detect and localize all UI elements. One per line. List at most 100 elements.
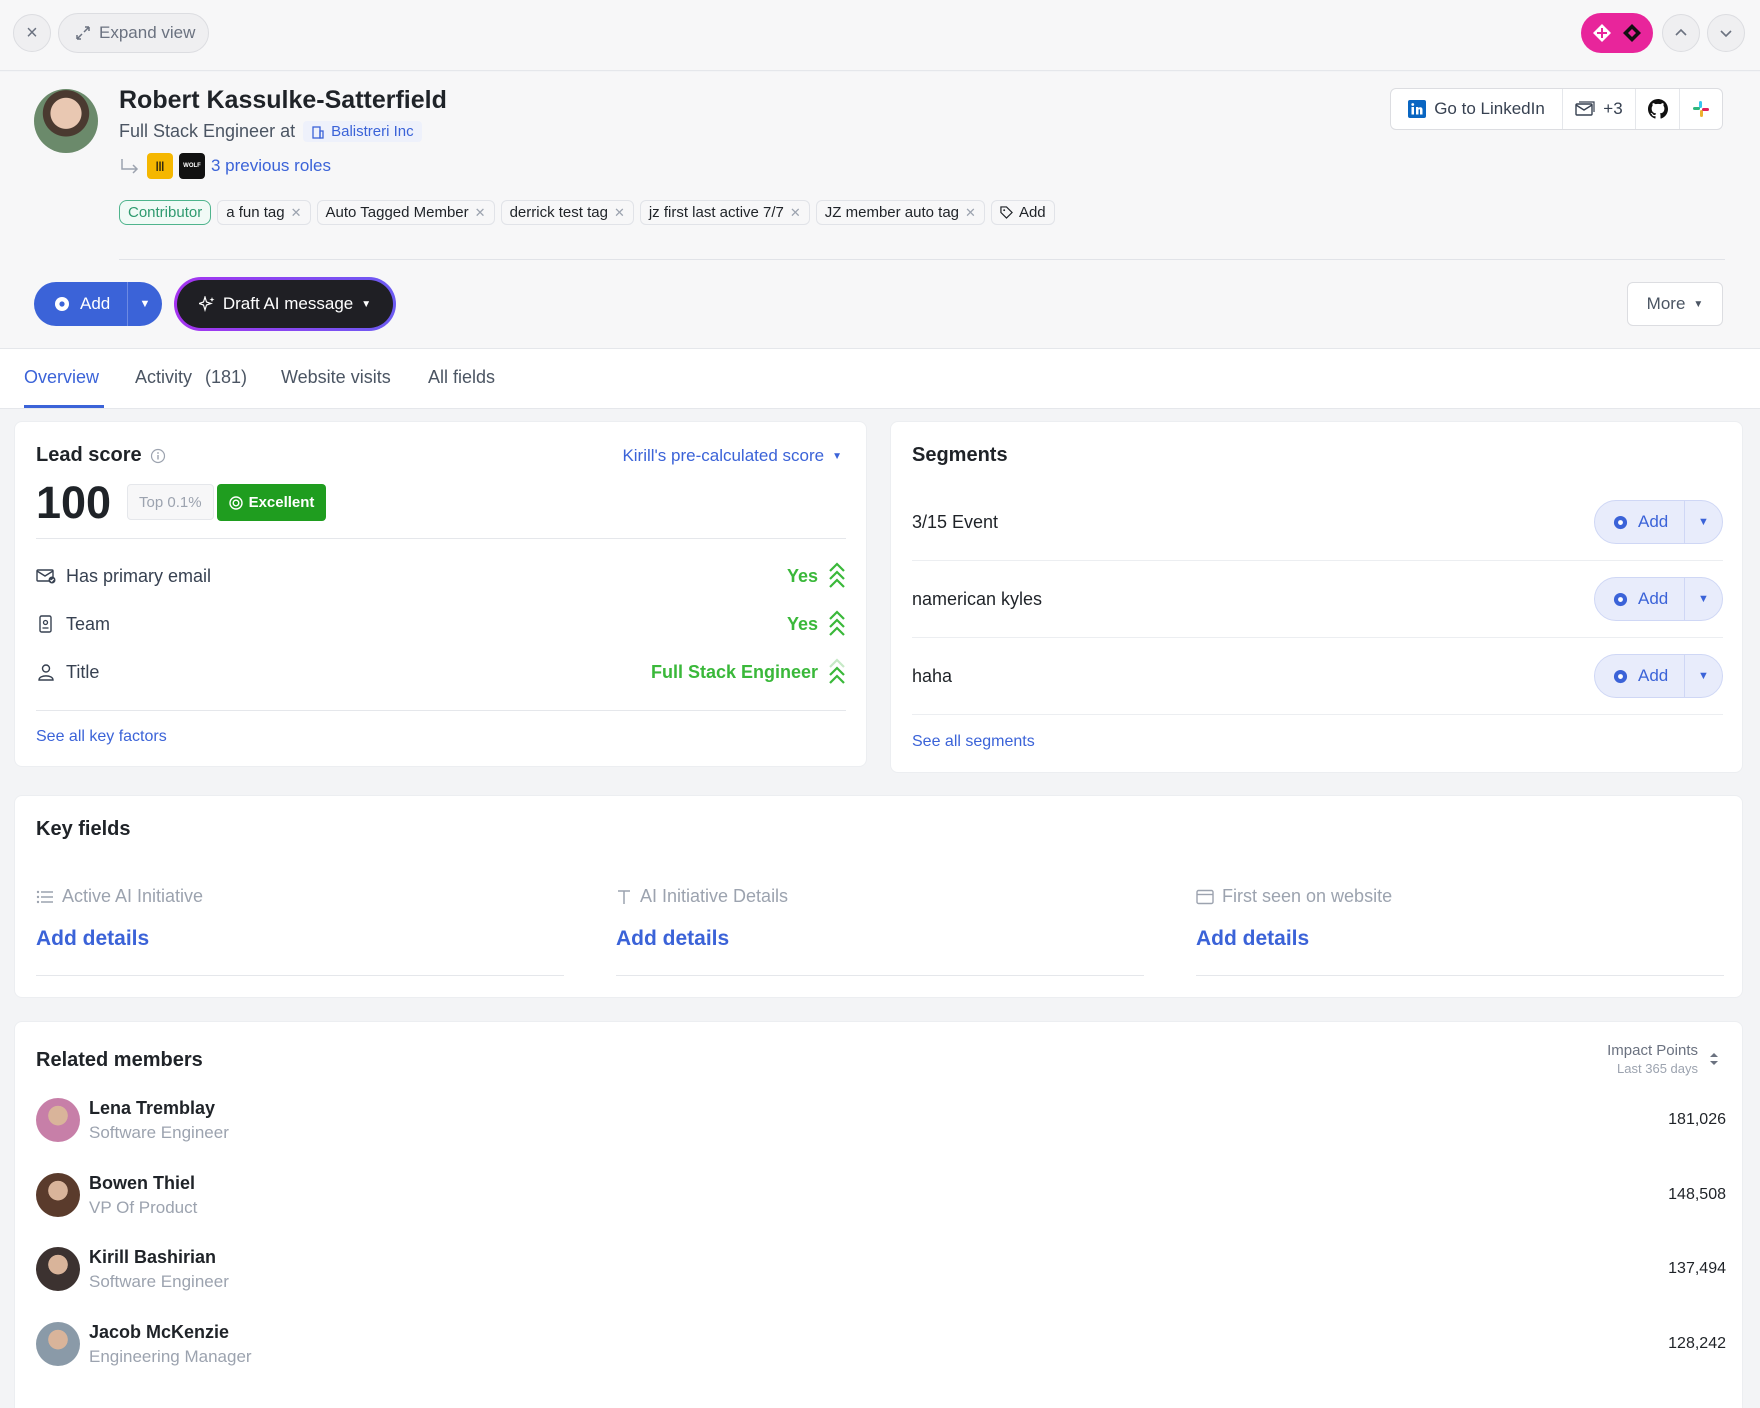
- add-details-link[interactable]: Add details: [1196, 927, 1724, 951]
- segment-label: 3/15 Event: [912, 511, 999, 532]
- key-field-label: First seen on website: [1196, 886, 1724, 907]
- caret-down-icon: ▼: [832, 450, 842, 462]
- building-icon: [311, 125, 325, 139]
- tab-activity[interactable]: Activity (181): [135, 367, 247, 388]
- shield-icon: [1613, 592, 1628, 607]
- related-member-row[interactable]: Kirill Bashirian Software Engineer 137,494: [36, 1239, 1726, 1299]
- member-name: Jacob McKenzie: [89, 1321, 230, 1342]
- tab-activity-label: Activity: [135, 367, 193, 387]
- brand-apps-button[interactable]: [1581, 13, 1653, 53]
- impact-points-sort[interactable]: Impact Points Last 365 days: [1607, 1042, 1720, 1076]
- add-tag-label: Add: [1018, 204, 1046, 221]
- sparkle-icon: [198, 296, 215, 312]
- member-info: Jacob McKenzie Engineering Manager: [89, 1322, 252, 1367]
- segment-add-button[interactable]: Add: [1595, 501, 1685, 543]
- tag-chip[interactable]: derrick test tag ✕: [500, 200, 634, 225]
- key-field-label: Active AI Initiative: [36, 886, 564, 907]
- remove-tag-icon[interactable]: ✕: [790, 205, 801, 221]
- add-tag-button[interactable]: Add: [990, 200, 1055, 225]
- tag-label: JZ member auto tag: [824, 204, 960, 221]
- text-icon: [616, 889, 632, 905]
- slack-button[interactable]: [1680, 89, 1722, 129]
- tag-chip[interactable]: JZ member auto tag ✕: [815, 200, 985, 225]
- previous-roles-link[interactable]: 3 previous roles: [211, 156, 331, 176]
- remove-tag-icon[interactable]: ✕: [291, 205, 302, 221]
- target-icon: [228, 495, 243, 510]
- tab-website-visits[interactable]: Website visits: [281, 367, 391, 388]
- info-icon[interactable]: [150, 448, 166, 464]
- remove-tag-icon[interactable]: ✕: [475, 205, 486, 221]
- caret-down-icon: ▼: [1698, 593, 1709, 605]
- avatar: [36, 1247, 80, 1291]
- related-members-title: Related members: [36, 1049, 203, 1071]
- add-button-label: Add: [80, 294, 111, 313]
- key-factor-row: Has primary email Yes: [36, 561, 846, 591]
- tab-overview-label: Overview: [24, 367, 100, 387]
- avatar: [36, 1098, 80, 1142]
- draft-ai-message-button[interactable]: Draft AI message ▼: [174, 277, 396, 331]
- rank-badge: Top 0.1%: [127, 484, 214, 520]
- tab-all-fields[interactable]: All fields: [428, 367, 495, 388]
- related-member-row[interactable]: Lena Tremblay Software Engineer 181,026: [36, 1090, 1726, 1150]
- related-member-row[interactable]: Jacob McKenzie Engineering Manager 128,242: [36, 1314, 1726, 1374]
- factor-label: Team: [66, 613, 111, 634]
- expand-view-button[interactable]: Expand view: [58, 13, 209, 53]
- add-dropdown-button[interactable]: ▼: [128, 282, 162, 326]
- member-name: Kirill Bashirian: [89, 1246, 217, 1267]
- emails-button[interactable]: +3: [1563, 89, 1636, 129]
- top-bar: × Expand view: [0, 0, 1760, 71]
- tab-bar: Overview Activity (181) Website visits A…: [0, 349, 1760, 409]
- profile-header: Robert Kassulke-Satterfield Full Stack E…: [0, 72, 1760, 349]
- member-title: Full Stack Engineer at Balistreri Inc: [119, 121, 422, 142]
- tab-overview[interactable]: Overview: [24, 367, 99, 388]
- related-members-card: Related members Impact Points Last 365 d…: [14, 1021, 1743, 1408]
- add-details-link[interactable]: Add details: [36, 927, 564, 951]
- user-icon: [36, 663, 56, 681]
- see-all-segments-link[interactable]: See all segments: [912, 733, 1035, 751]
- segment-add-label: Add: [1638, 666, 1669, 685]
- segment-add-button[interactable]: Add: [1595, 578, 1685, 620]
- previous-record-button[interactable]: [1662, 14, 1700, 52]
- segment-add-button[interactable]: Add: [1595, 655, 1685, 697]
- segment-add-dropdown[interactable]: ▼: [1685, 655, 1722, 697]
- tag-chip[interactable]: Auto Tagged Member ✕: [316, 200, 495, 225]
- close-button[interactable]: ×: [13, 14, 51, 52]
- browser-icon: [1196, 889, 1214, 905]
- next-record-button[interactable]: [1707, 14, 1745, 52]
- segment-row: namerican kyles Add ▼: [912, 561, 1723, 638]
- factor-value: Yes: [786, 613, 818, 634]
- caret-down-icon: ▼: [361, 298, 372, 310]
- remove-tag-icon[interactable]: ✕: [965, 205, 976, 221]
- key-field: First seen on website Add details: [1196, 886, 1724, 976]
- segment-add-label: Add: [1638, 589, 1669, 608]
- github-button[interactable]: [1636, 89, 1680, 129]
- score-model-dropdown[interactable]: Kirill's pre-calculated score ▼: [622, 446, 842, 466]
- segment-add-dropdown[interactable]: ▼: [1685, 578, 1722, 620]
- member-name: Robert Kassulke-Satterfield: [119, 86, 447, 114]
- lead-score-title-text: Lead score: [36, 444, 142, 466]
- linkedin-button[interactable]: Go to LinkedIn: [1391, 89, 1563, 129]
- key-factor-row: Team Yes: [36, 609, 846, 639]
- add-button[interactable]: Add: [34, 282, 128, 326]
- see-all-key-factors-link[interactable]: See all key factors: [36, 728, 167, 746]
- tab-website-visits-label: Website visits: [281, 367, 391, 387]
- tag-chip[interactable]: jz first last active 7/7 ✕: [639, 200, 810, 225]
- segment-add-label: Add: [1638, 512, 1669, 531]
- more-button[interactable]: More ▼: [1627, 282, 1723, 326]
- grade-badge: Excellent: [217, 484, 326, 521]
- caret-down-icon: ▼: [1698, 670, 1709, 682]
- contributor-tag[interactable]: Contributor: [119, 200, 212, 225]
- sort-sublabel: Last 365 days: [1617, 1061, 1698, 1076]
- avatar: [34, 89, 98, 153]
- member-info: Kirill Bashirian Software Engineer: [89, 1247, 229, 1292]
- slack-icon: [1692, 100, 1710, 118]
- tag-chip[interactable]: a fun tag ✕: [217, 200, 311, 225]
- segment-label: namerican kyles: [912, 588, 1043, 609]
- related-member-row[interactable]: Bowen Thiel VP Of Product 148,508: [36, 1165, 1726, 1225]
- remove-tag-icon[interactable]: ✕: [614, 205, 625, 221]
- member-role: Software Engineer: [89, 1271, 229, 1291]
- segment-add-dropdown[interactable]: ▼: [1685, 501, 1722, 543]
- chevrons-up-icon: [828, 561, 846, 591]
- add-details-link[interactable]: Add details: [616, 927, 1144, 951]
- company-link[interactable]: Balistreri Inc: [303, 121, 422, 142]
